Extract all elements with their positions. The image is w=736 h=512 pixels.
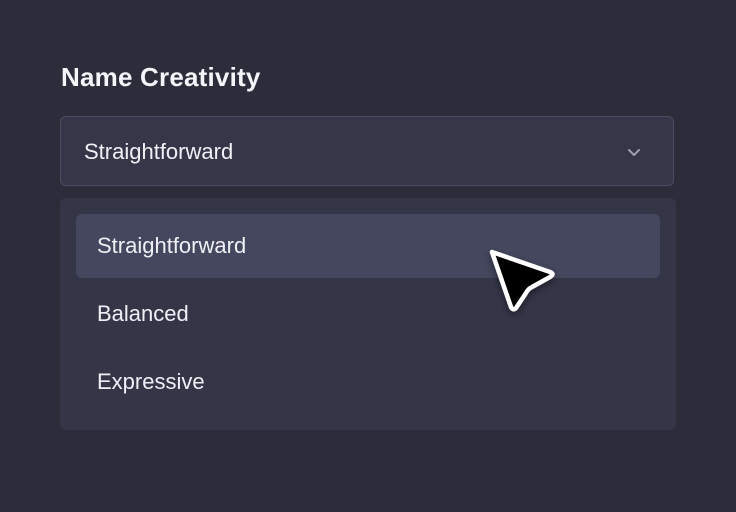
option-balanced[interactable]: Balanced [76,282,660,346]
option-straightforward[interactable]: Straightforward [76,214,660,278]
dropdown-menu: Straightforward Balanced Expressive [60,198,676,430]
option-expressive[interactable]: Expressive [76,350,660,414]
field-label: Name Creativity [61,62,261,92]
mouse-pointer-icon [489,249,555,312]
chevron-down-icon [628,149,640,156]
selected-value: Straightforward [84,139,234,164]
creativity-select[interactable]: Straightforward [60,116,674,186]
